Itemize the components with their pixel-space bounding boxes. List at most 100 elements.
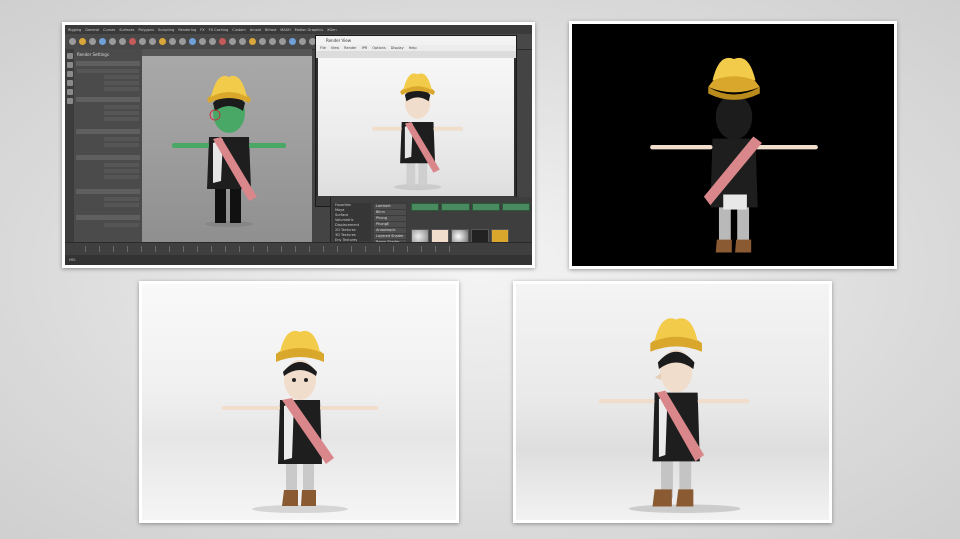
shelf-tool-icon[interactable] [189, 38, 196, 45]
menu-item[interactable]: Rigging [68, 28, 81, 32]
maya-viewport[interactable] [142, 49, 312, 243]
maya-toolbox [65, 49, 74, 243]
menu-item[interactable]: Sculpting [158, 28, 174, 32]
attribute-row[interactable] [104, 203, 139, 207]
command-line-label: MEL [69, 258, 77, 262]
shelf-tool-icon[interactable] [289, 38, 296, 45]
shelf-tool-icon[interactable] [239, 38, 246, 45]
shelf-tool-icon[interactable] [269, 38, 276, 45]
shelf-tool-icon[interactable] [259, 38, 266, 45]
shelf-tool-icon[interactable] [249, 38, 256, 45]
paint-tool-icon[interactable] [66, 71, 73, 77]
attribute-row[interactable] [104, 117, 139, 121]
maya-screenshot-card: Rigging General Curves Surfaces Polygons… [62, 22, 535, 268]
material-item[interactable]: Lambert [374, 204, 406, 209]
render-view-window[interactable]: Render View File View Render IPR Options… [315, 35, 517, 207]
attribute-row[interactable] [104, 105, 139, 109]
render-view-title: Render View [326, 38, 352, 43]
material-item[interactable]: Phong [374, 216, 406, 221]
shelf-tool-icon[interactable] [299, 38, 306, 45]
attribute-row[interactable] [104, 87, 139, 91]
attribute-row[interactable] [104, 175, 139, 179]
shelf-tool-icon[interactable] [209, 38, 216, 45]
shelf-tool-icon[interactable] [129, 38, 136, 45]
render-front-view-card [139, 281, 459, 523]
attribute-editor-panel: Render Settings [74, 49, 143, 243]
hypershade-tab[interactable] [471, 203, 500, 211]
attribute-row[interactable] [104, 75, 139, 79]
attribute-row[interactable] [104, 197, 139, 201]
shelf-tool-icon[interactable] [169, 38, 176, 45]
render-front-view [142, 284, 456, 520]
viewport-toolbar[interactable] [142, 49, 312, 56]
menu-item[interactable]: General [85, 28, 99, 32]
menu-item[interactable]: Curves [103, 28, 115, 32]
render-view-titlebar[interactable]: Render View [316, 36, 516, 45]
hypershade-tab[interactable] [501, 203, 530, 211]
render-view-toolbar[interactable] [316, 51, 516, 58]
menu-item[interactable]: Custom [232, 28, 245, 32]
shelf-tool-icon[interactable] [159, 38, 166, 45]
menu-item[interactable]: Arnold [250, 28, 261, 32]
shelf-tool-icon[interactable] [149, 38, 156, 45]
menu-item[interactable]: Bifrost [265, 28, 276, 32]
material-item[interactable]: Layered Shader [374, 234, 406, 239]
render-three-quarter-view-card [513, 281, 832, 523]
attribute-row[interactable] [104, 169, 139, 173]
hypershade-tab[interactable] [411, 203, 440, 211]
attribute-section-header[interactable] [76, 61, 140, 66]
shelf-tool-icon[interactable] [119, 38, 126, 45]
character-front-view [222, 330, 378, 513]
shelf-tool-icon[interactable] [179, 38, 186, 45]
scale-tool-icon[interactable] [66, 98, 73, 104]
lasso-tool-icon[interactable] [66, 62, 73, 68]
menu-item[interactable]: XGen [327, 28, 336, 32]
render-view-image [318, 58, 514, 196]
shelf-tool-icon[interactable] [199, 38, 206, 45]
material-item[interactable]: Anisotropic [374, 228, 406, 233]
hypershade-tabs [411, 203, 530, 211]
material-item[interactable]: Blinn [374, 210, 406, 215]
attribute-row[interactable] [77, 69, 139, 73]
attribute-section-header[interactable] [76, 189, 140, 194]
menu-item[interactable]: Motion Graphics [295, 28, 323, 32]
menu-item[interactable]: Surfaces [119, 28, 134, 32]
attribute-section-header[interactable] [76, 215, 140, 220]
attribute-editor-title: Render Settings [77, 52, 109, 57]
material-item[interactable]: PhongE [374, 222, 406, 227]
select-tool-icon[interactable] [66, 53, 73, 59]
shelf-tool-icon[interactable] [109, 38, 116, 45]
menu-item[interactable]: FX [200, 28, 204, 32]
shelf-tool-icon[interactable] [99, 38, 106, 45]
menu-item[interactable]: MASH [280, 28, 290, 32]
move-tool-icon[interactable] [66, 80, 73, 86]
attribute-row[interactable] [104, 137, 139, 141]
timeline-ticks [85, 246, 452, 252]
hypershade-material-list: Lambert Blinn Phong PhongE Anisotropic L… [373, 203, 407, 245]
attribute-section-header[interactable] [76, 129, 140, 134]
attribute-row[interactable] [104, 81, 139, 85]
attribute-row[interactable] [104, 163, 139, 167]
shelf-tool-icon[interactable] [279, 38, 286, 45]
shelf-tool-icon[interactable] [69, 38, 76, 45]
rotate-tool-icon[interactable] [66, 89, 73, 95]
shelf-tool-icon[interactable] [89, 38, 96, 45]
shelf-tool-icon[interactable] [79, 38, 86, 45]
maya-timeline[interactable] [65, 242, 532, 255]
attribute-section-header[interactable] [76, 155, 140, 160]
shelf-tool-icon[interactable] [139, 38, 146, 45]
render-three-quarter-view [516, 284, 829, 520]
shelf-tool-icon[interactable] [229, 38, 236, 45]
command-line[interactable]: MEL [65, 255, 532, 265]
menu-item[interactable]: Rendering [178, 28, 196, 32]
menu-item[interactable]: Polygons [138, 28, 154, 32]
hypershade-panel: Favorites Maya Surface Volumetric Displa… [330, 197, 532, 257]
viewport-character[interactable] [157, 59, 297, 229]
hypershade-tab[interactable] [441, 203, 470, 211]
attribute-row[interactable] [104, 111, 139, 115]
menu-item[interactable]: FX Caching [209, 28, 229, 32]
attribute-row[interactable] [104, 143, 139, 147]
attribute-row[interactable] [104, 223, 139, 227]
attribute-section-header[interactable] [76, 97, 140, 102]
shelf-tool-icon[interactable] [219, 38, 226, 45]
